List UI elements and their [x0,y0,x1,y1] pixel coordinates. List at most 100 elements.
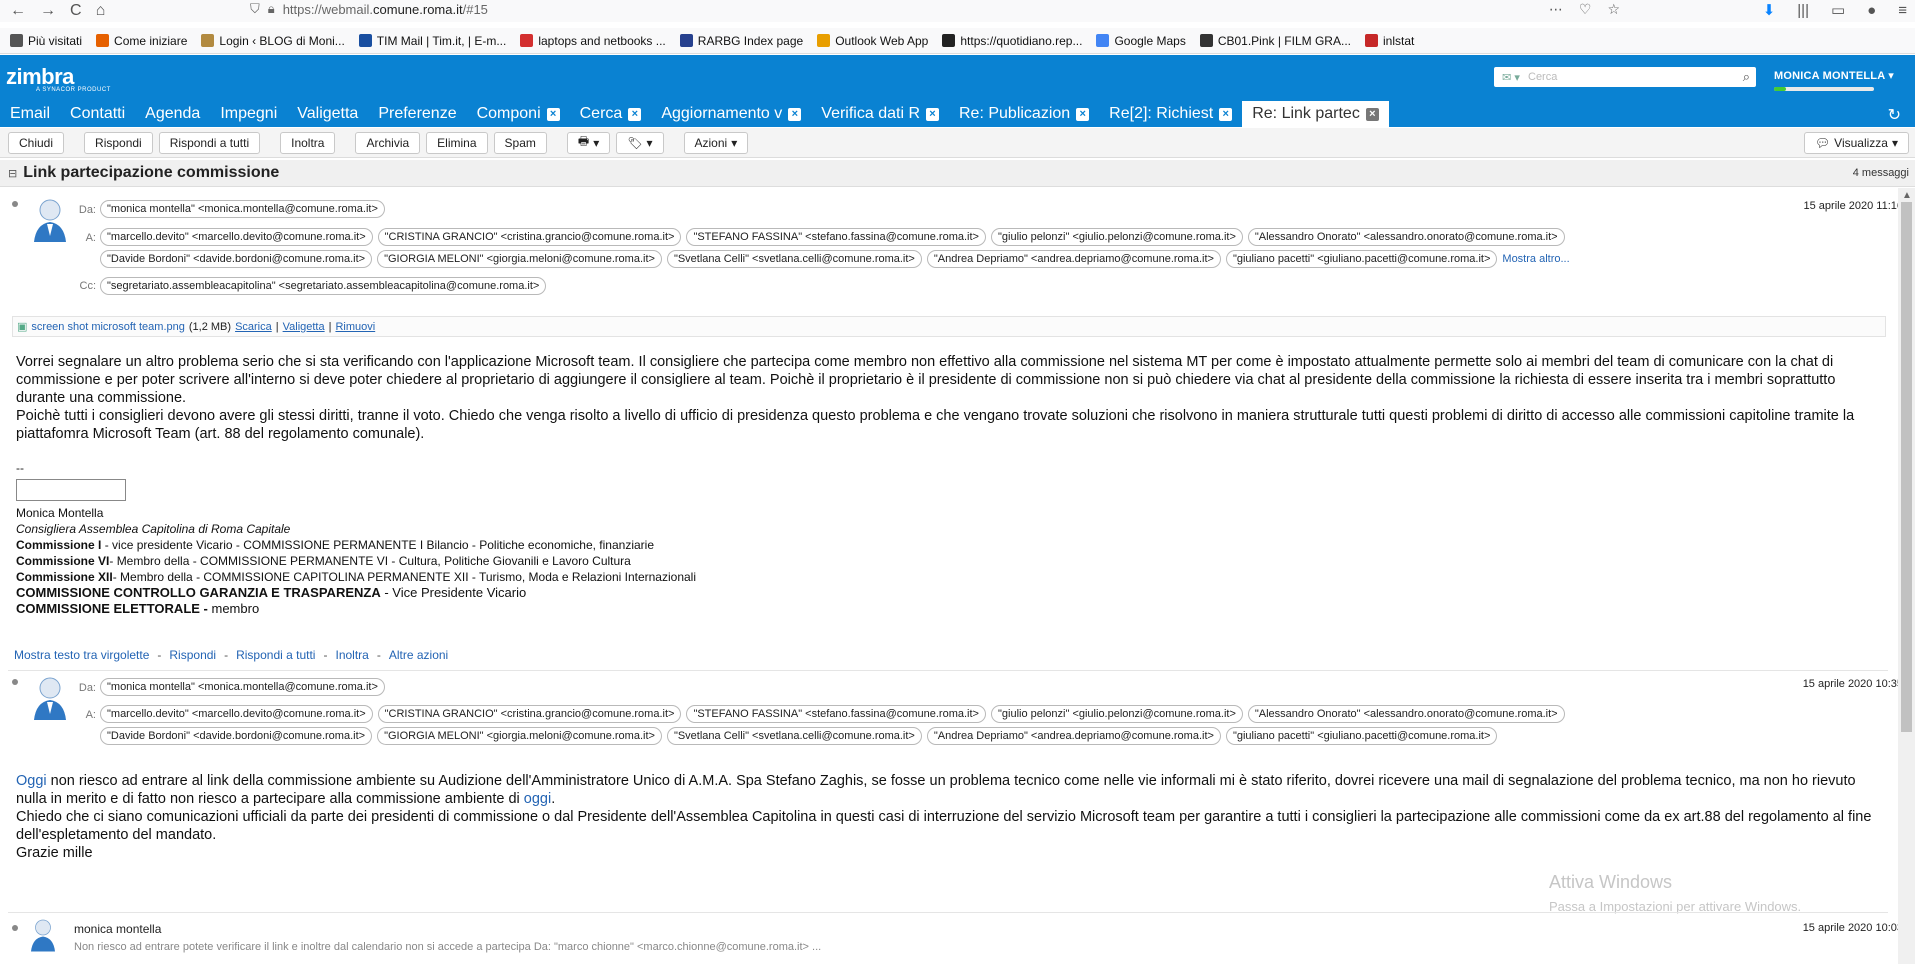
scrollbar[interactable]: ▲ [1898,188,1915,964]
toolbar-button-5[interactable]: Elimina [426,131,488,154]
address-chip[interactable]: "Andrea Depriamo" <andrea.depriamo@comun… [926,727,1221,745]
collapse-icon[interactable]: ⊟ [8,167,17,180]
scroll-up-icon[interactable]: ▲ [1902,190,1912,201]
tab-6[interactable]: Componi × [467,101,570,127]
briefcase-link[interactable]: Valigetta [283,321,325,333]
bookmark-item[interactable]: TIM Mail | Tim.it, | E-m... [358,34,506,48]
url-text[interactable]: https://webmail.comune.roma.it/#15 [283,2,488,17]
address-chip[interactable]: "GIORGIA MELONI" <giorgia.meloni@comune.… [377,727,662,745]
toolbar-button-0[interactable]: Chiudi [8,131,65,154]
print-button[interactable]: 🖶︎ ▾ [566,131,611,154]
close-tab-icon[interactable]: × [1365,107,1379,121]
toolbar-button-6[interactable]: Spam [493,131,547,154]
bookmark-item[interactable]: Login ‹ BLOG di Moni... [201,34,345,48]
menu-icon[interactable]: ≡ [1898,2,1907,19]
account-icon[interactable]: ● [1867,2,1876,19]
action-link-3[interactable]: Inoltra [335,648,368,662]
address-chip[interactable]: "giulio pelonzi" <giulio.pelonzi@comune.… [990,228,1243,246]
action-link-0[interactable]: Mostra testo tra virgolette [14,648,149,662]
tag-button[interactable]: 🏷︎ ▾ [616,131,664,154]
close-tab-icon[interactable]: × [926,107,939,121]
tab-0[interactable]: Email [0,101,60,127]
address-chip[interactable]: "monica montella" <monica.montella@comun… [100,678,385,696]
tab-11[interactable]: Re[2]: Richiest × [1099,101,1242,127]
download-icon[interactable]: ⬇ [1763,1,1776,19]
sidebar-icon[interactable]: ▭ [1831,1,1845,19]
remove-link[interactable]: Rimuovi [335,321,375,333]
toolbar-button-2[interactable]: Rispondi a tutti [158,131,261,154]
tab-4[interactable]: Valigetta [287,101,368,127]
toolbar-button-3[interactable]: Inoltra [280,131,336,154]
view-button[interactable]: 💬︎ Visualizza ▾ [1803,132,1909,154]
tab-7[interactable]: Cerca × [570,101,652,127]
attachment-name[interactable]: screen shot microsoft team.png [31,321,184,333]
tab-1[interactable]: Contatti [60,101,135,127]
library-icon[interactable]: ||| [1797,2,1809,19]
address-chip[interactable]: "STEFANO FASSINA" <stefano.fassina@comun… [686,705,986,723]
address-chip[interactable]: "Svetlana Celli" <svetlana.celli@comune.… [666,727,922,745]
action-link-2[interactable]: Rispondi a tutti [236,648,315,662]
reload-icon[interactable]: C [70,2,82,20]
close-tab-icon[interactable]: × [1219,107,1233,121]
bookmark-item[interactable]: Più visitati [10,34,82,48]
toolbar-button-1[interactable]: Rispondi [84,131,153,154]
address-chip[interactable]: "Davide Bordoni" <davide.bordoni@comune.… [100,727,373,745]
tab-12[interactable]: Re: Link partec × [1242,101,1389,127]
action-link-1[interactable]: Rispondi [169,648,216,662]
show-more-link[interactable]: Mostra altro... [1502,250,1569,268]
bookmark-star-icon[interactable]: ☆ [1607,1,1620,18]
address-chip[interactable]: "Alessandro Onorato" <alessandro.onorato… [1247,228,1565,246]
search-input[interactable]: ✉ ▾ Cerca ⌕ [1494,67,1756,87]
close-tab-icon[interactable]: × [628,107,642,121]
address-chip[interactable]: "giuliano pacetti" <giuliano.pacetti@com… [1225,250,1498,268]
close-tab-icon[interactable]: × [1076,107,1090,121]
address-chip[interactable]: "giulio pelonzi" <giulio.pelonzi@comune.… [990,705,1243,723]
url-bar[interactable]: ⛉ 🔒︎ https://webmail.comune.roma.it/#15 … [250,0,1632,18]
search-type-select[interactable]: ✉ ▾ [1494,71,1528,84]
tab-10[interactable]: Re: Publicazion × [949,101,1099,127]
address-chip[interactable]: "Alessandro Onorato" <alessandro.onorato… [1247,705,1565,723]
address-chip[interactable]: "monica montella" <monica.montella@comun… [100,200,385,218]
home-icon[interactable]: ⌂ [96,2,106,20]
address-chip[interactable]: "CRISTINA GRANCIO" <cristina.grancio@com… [377,228,682,246]
tab-8[interactable]: Aggiornamento v × [651,101,811,127]
address-chip[interactable]: "Svetlana Celli" <svetlana.celli@comune.… [666,250,922,268]
close-tab-icon[interactable]: × [788,107,802,121]
action-link-4[interactable]: Altre azioni [389,648,448,662]
address-chip[interactable]: "Davide Bordoni" <davide.bordoni@comune.… [100,250,373,268]
bookmark-item[interactable]: inlstat [1364,34,1414,48]
bookmark-item[interactable]: Google Maps [1096,34,1186,48]
address-chip[interactable]: "giuliano pacetti" <giuliano.pacetti@com… [1225,727,1498,745]
actions-button[interactable]: Azioni ▾ [683,131,749,154]
zimbra-logo[interactable]: zimbra A SYNACOR PRODUCT [6,64,111,93]
address-chip[interactable]: "marcello.devito" <marcello.devito@comun… [100,705,373,723]
address-chip[interactable]: "marcello.devito" <marcello.devito@comun… [100,228,373,246]
tab-3[interactable]: Impegni [210,101,287,127]
tab-5[interactable]: Preferenze [368,101,466,127]
bookmark-item[interactable]: https://quotidiano.rep... [942,34,1082,48]
tab-2[interactable]: Agenda [135,101,210,127]
bookmark-item[interactable]: Come iniziare [96,34,187,48]
bookmark-item[interactable]: CB01.Pink | FILM GRA... [1199,34,1351,48]
toolbar-button-4[interactable]: Archivia [355,131,421,154]
address-chip[interactable]: "segretariato.assembleacapitolina" <segr… [100,277,547,295]
scrollbar-thumb[interactable] [1901,202,1912,732]
search-icon[interactable]: ⌕ [1743,69,1750,85]
bookmark-item[interactable]: Outlook Web App [817,34,928,48]
user-menu[interactable]: MONICA MONTELLA ▾ [1774,69,1894,82]
address-chip[interactable]: "STEFANO FASSINA" <stefano.fassina@comun… [686,228,986,246]
page-actions-icon[interactable]: ⋯ [1549,1,1563,18]
download-link[interactable]: Scarica [235,321,272,333]
tab-9[interactable]: Verifica dati R × [811,101,949,127]
back-icon[interactable]: ← [10,2,26,20]
bookmark-item[interactable]: laptops and netbooks ... [520,34,666,48]
date-link[interactable]: Oggi [16,773,47,789]
refresh-icon[interactable]: ↻ [1888,105,1901,125]
bookmark-item[interactable]: RARBG Index page [679,34,803,48]
address-chip[interactable]: "Andrea Depriamo" <andrea.depriamo@comun… [926,250,1221,268]
close-tab-icon[interactable]: × [546,107,560,121]
date-link[interactable]: oggi [524,791,551,807]
address-chip[interactable]: "CRISTINA GRANCIO" <cristina.grancio@com… [377,705,682,723]
address-chip[interactable]: "GIORGIA MELONI" <giorgia.meloni@comune.… [377,250,662,268]
forward-icon[interactable]: → [40,2,56,20]
